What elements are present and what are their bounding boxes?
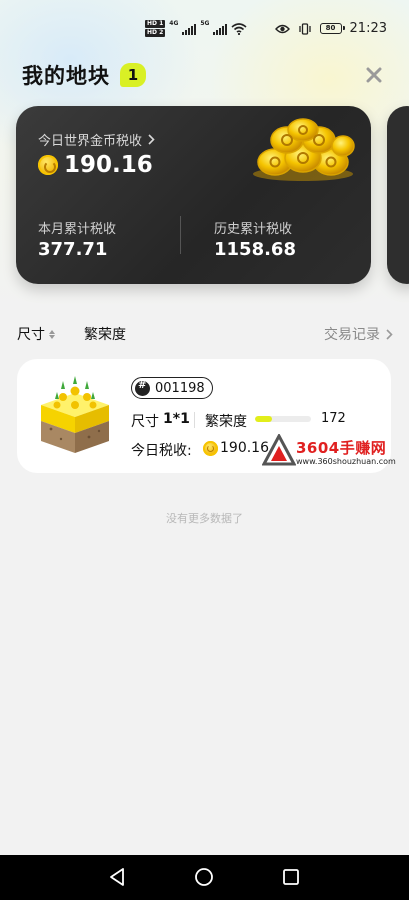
sort-by-prosperity-button[interactable]: 繁荣度: [84, 324, 126, 344]
page-header: 我的地块 1: [22, 60, 389, 90]
battery-icon: 80: [319, 23, 345, 34]
land-id-badge: 001198: [131, 377, 213, 399]
today-tax-item-label: 今日税收:: [131, 443, 192, 459]
card-divider: [180, 216, 181, 254]
watermark-logo-icon: [262, 434, 296, 466]
network-type-1: 4G: [169, 20, 179, 27]
prosperity-value: 172: [321, 411, 346, 426]
prosperity-bar: [255, 416, 311, 422]
hd2-badge: HD 2: [145, 29, 166, 37]
today-tax-value: 190.16: [64, 152, 153, 178]
land-plot-illustration: [41, 376, 109, 453]
month-tax-value: 377.71: [38, 239, 108, 260]
close-icon: [366, 67, 382, 83]
vibrate-icon: [298, 22, 311, 35]
watermark-url: www.360shouzhuan.com: [296, 457, 396, 466]
eye-icon: [274, 24, 290, 33]
home-circle-icon: [195, 868, 213, 886]
tax-summary-card: 今日世界金币税收 190.16 本月累计税收 377.71 历史累计税收 115…: [16, 106, 371, 284]
recent-apps-button[interactable]: [280, 866, 302, 888]
land-size-label: 尺寸: [131, 414, 159, 430]
recent-square-icon: [283, 869, 299, 885]
wifi-icon: [231, 22, 248, 35]
today-tax-link[interactable]: 今日世界金币税收: [38, 130, 155, 149]
chevron-right-icon: [148, 134, 155, 145]
prosperity-label: 繁荣度: [205, 414, 247, 430]
sort-size-label: 尺寸: [17, 327, 45, 343]
watermark: 3604手赚网 www.360shouzhuan.com: [262, 434, 408, 470]
prosperity-bar-fill: [255, 416, 272, 422]
no-more-data-text: 没有更多数据了: [166, 512, 243, 525]
clock: 21:23: [349, 21, 387, 36]
system-indicators: 80 21:23: [274, 21, 387, 36]
gold-coin-icon: [203, 441, 218, 456]
trade-log-label: 交易记录: [324, 327, 380, 343]
land-size-value: 1*1: [163, 411, 190, 427]
page-title: 我的地块: [22, 64, 110, 88]
status-bar: HD 1 HD 2 4G 5G 80 21:23: [0, 20, 409, 42]
back-triangle-icon: [110, 868, 124, 886]
signal-2-icon: [213, 23, 228, 35]
system-navigation-bar: [0, 855, 409, 900]
hd-badges: HD 1 HD 2: [145, 20, 166, 37]
today-tax-label: 今日世界金币税收: [38, 134, 143, 149]
land-count-badge: 1: [120, 63, 146, 87]
hd1-badge: HD 1: [145, 20, 166, 28]
filter-row: 尺寸 繁荣度 交易记录: [17, 324, 393, 344]
gold-coin-icon: [38, 155, 58, 175]
sort-arrows-icon: [49, 329, 55, 339]
home-button[interactable]: [193, 866, 215, 888]
month-tax-label: 本月累计税收: [38, 222, 117, 237]
close-button[interactable]: [363, 64, 385, 86]
next-card-peek[interactable]: [387, 106, 409, 284]
hash-icon: [135, 380, 150, 396]
divider: [194, 412, 195, 428]
history-tax-label: 历史累计税收: [214, 222, 293, 237]
watermark-title: 3604手赚网: [296, 439, 387, 457]
trade-log-link[interactable]: 交易记录: [324, 324, 393, 344]
land-id: 001198: [155, 380, 205, 396]
chevron-right-icon: [386, 328, 393, 340]
network-indicators: HD 1 HD 2 4G 5G: [145, 20, 248, 37]
back-button[interactable]: [107, 866, 129, 888]
network-type-2: 5G: [200, 20, 210, 27]
coin-pile-illustration: [253, 118, 355, 181]
sort-by-size-button[interactable]: 尺寸: [17, 324, 55, 344]
today-tax-row: 190.16: [38, 152, 153, 178]
history-tax-value: 1158.68: [214, 239, 296, 260]
signal-1-icon: [182, 23, 197, 35]
